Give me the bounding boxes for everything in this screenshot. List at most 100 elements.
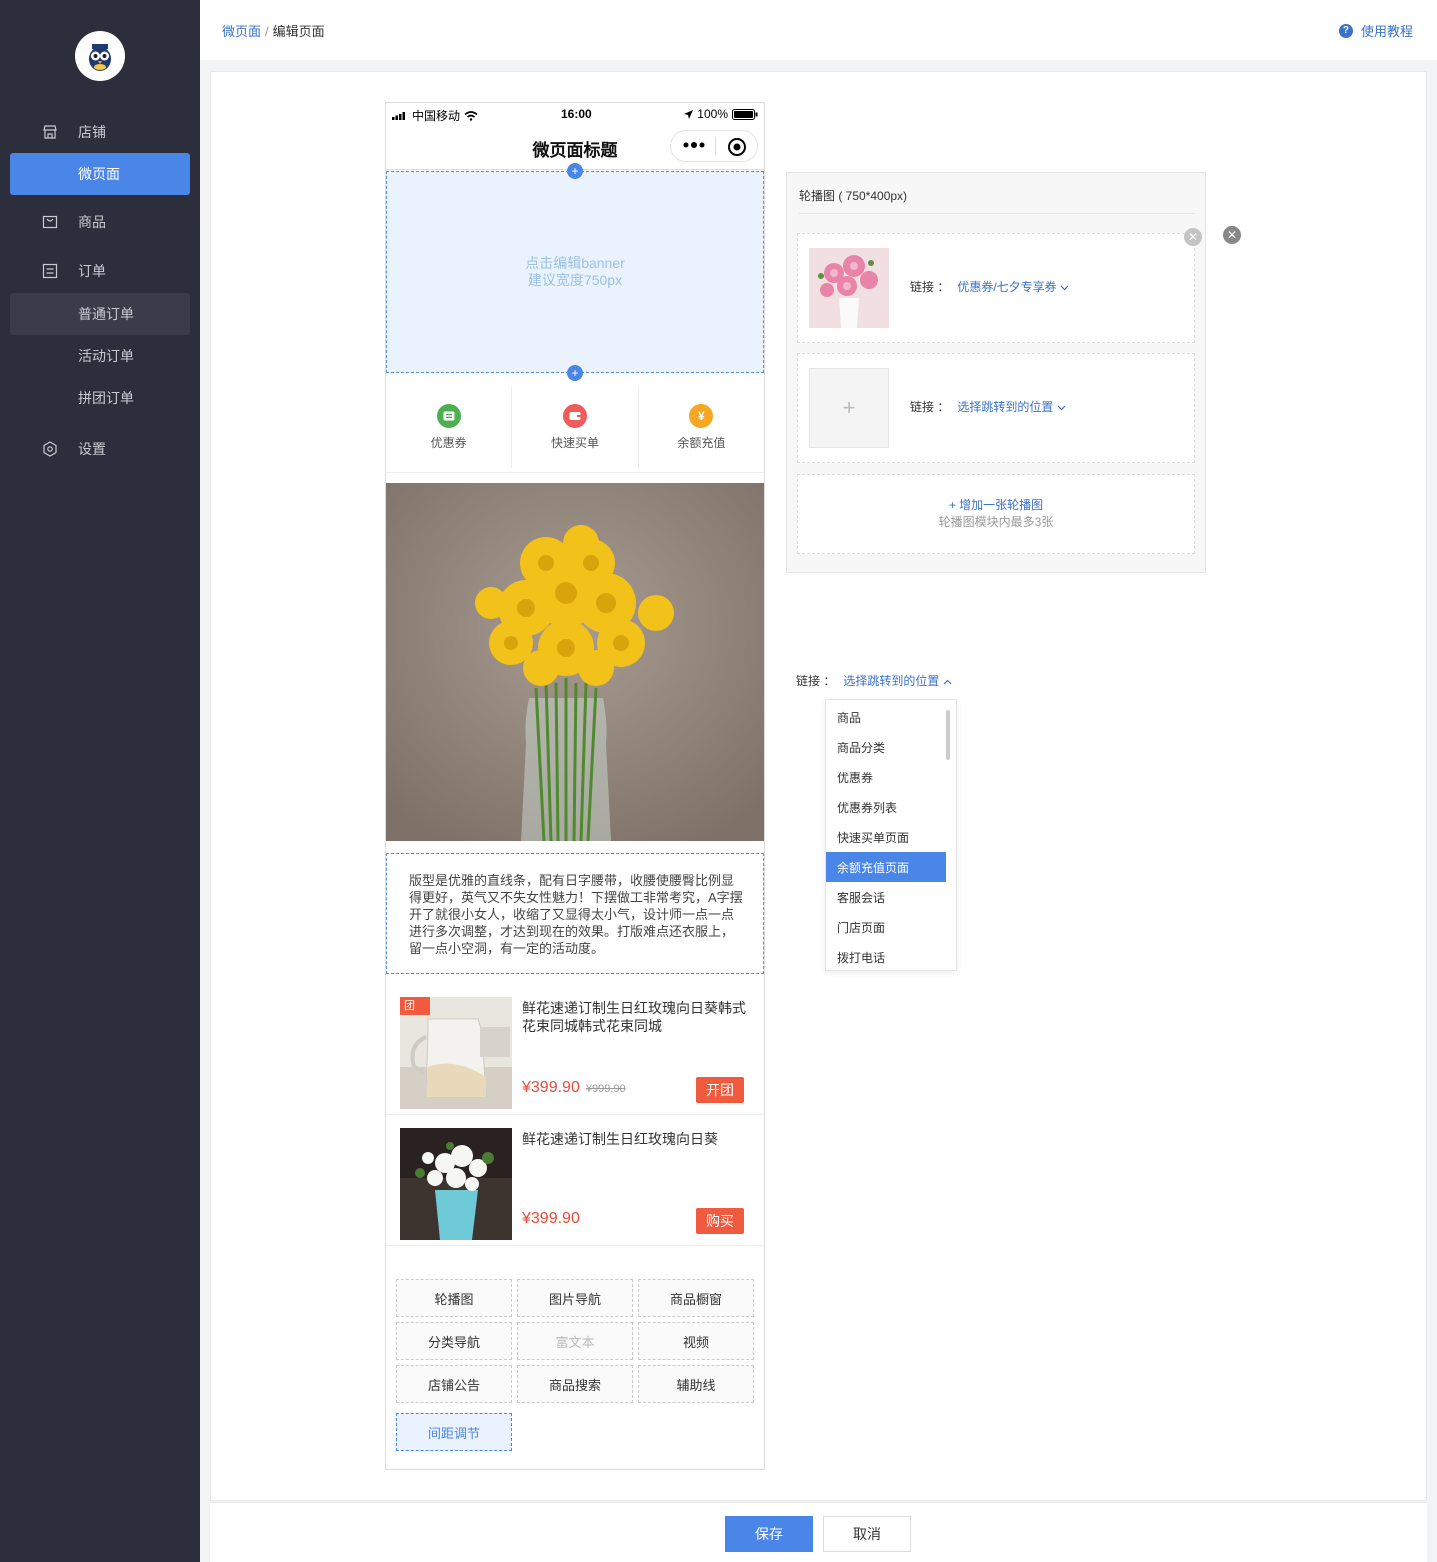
- component-showcase[interactable]: 商品橱窗: [638, 1279, 754, 1317]
- sidebar-item-label: 拼团订单: [78, 390, 134, 406]
- add-carousel-slot[interactable]: + 增加一张轮播图 轮播图模块内最多3张: [797, 474, 1195, 554]
- breadcrumb-separator: /: [265, 24, 269, 39]
- sidebar-item-goods[interactable]: 商品: [10, 201, 190, 243]
- carousel-settings-panel: 轮播图 ( 750*400px) 链接 ： 优惠券/七夕专享券 ✕ + 链接 ： 选…: [786, 172, 1206, 573]
- icon-nav-row: 优惠券 快速买单 ¥ 余额充值: [386, 383, 764, 473]
- owl-logo: [75, 31, 125, 81]
- link-select[interactable]: 优惠券/七夕专享券: [957, 280, 1069, 294]
- product-name: 鲜花速递订制生日红玫瑰向日葵韩式花束同城韩式花束同城: [522, 1000, 746, 1034]
- dropdown-option[interactable]: 快速买单页面: [826, 822, 946, 852]
- component-search[interactable]: 商品搜索: [517, 1365, 633, 1403]
- add-image-icon[interactable]: +: [809, 368, 889, 448]
- dropdown-scrollbar[interactable]: [946, 710, 950, 760]
- footer-actions: 保存 取消: [210, 1502, 1427, 1562]
- gear-icon: [42, 441, 58, 457]
- banner-placeholder[interactable]: 点击编辑banner 建议宽度750px: [386, 171, 764, 373]
- rich-text-block[interactable]: 版型是优雅的直线条，配有日字腰带，收腰使腰臀比例显得更好，英气又不失女性魅力！下…: [386, 853, 764, 974]
- sidebar: 店铺 微页面 商品 订单 普通订单 活动订单 拼团订单 设置: [0, 0, 200, 1562]
- close-panel-icon[interactable]: ✕: [1223, 226, 1241, 244]
- chevron-down-icon: [1057, 405, 1066, 411]
- daffodil-image: [386, 483, 764, 841]
- chevron-down-icon: [1060, 285, 1069, 291]
- link-label: 链接 ：: [796, 674, 836, 688]
- component-image-nav[interactable]: 图片导航: [517, 1279, 633, 1317]
- product-original-price: ¥999.90: [585, 1083, 626, 1095]
- component-category-nav[interactable]: 分类导航: [396, 1322, 512, 1360]
- sidebar-item-label: 订单: [78, 263, 106, 279]
- carousel-slot: + 链接 ： 选择跳转到的位置: [797, 353, 1195, 463]
- yen-icon: ¥: [689, 404, 714, 428]
- dropdown-option[interactable]: 拨打电话: [826, 942, 946, 970]
- dropdown-option[interactable]: 门店页面: [826, 912, 946, 942]
- product-card[interactable]: 团 鲜花速递订制生日红玫瑰向日葵韩式花束同城韩式花束同城 ¥399.90 ¥999…: [386, 985, 764, 1115]
- list-icon: [42, 263, 58, 279]
- product-image: [400, 1128, 512, 1240]
- component-video[interactable]: 视频: [638, 1322, 754, 1360]
- coupon-icon: [436, 404, 461, 428]
- product-price: ¥399.90: [522, 1210, 580, 1227]
- product-name: 鲜花速递订制生日红玫瑰向日葵: [522, 1131, 718, 1147]
- insert-above-plus-icon[interactable]: +: [567, 163, 583, 179]
- component-carousel[interactable]: 轮播图: [396, 1279, 512, 1317]
- signal-icon: [392, 111, 405, 120]
- location-arrow-icon: [684, 109, 694, 119]
- nav-quick-pay[interactable]: 快速买单: [512, 387, 639, 468]
- mini-program-capsule: [670, 130, 758, 162]
- slot-link: 链接 ： 优惠券/七夕专享券: [910, 278, 1069, 295]
- close-circle-icon[interactable]: [727, 137, 747, 157]
- sidebar-item-label: 微页面: [78, 166, 120, 182]
- sidebar-item-activity-orders[interactable]: 活动订单: [10, 335, 190, 377]
- dropdown-option[interactable]: 客服会话: [826, 882, 946, 912]
- sidebar-item-settings[interactable]: 设置: [10, 428, 190, 470]
- cancel-button[interactable]: 取消: [823, 1516, 911, 1552]
- nav-label: 优惠券: [430, 436, 467, 450]
- add-carousel-hint: 轮播图模块内最多3张: [938, 515, 1054, 529]
- nav-label: 余额充值: [677, 436, 726, 450]
- group-buy-tag: 团: [400, 997, 430, 1015]
- sidebar-item-label: 设置: [78, 441, 106, 457]
- buy-button[interactable]: 购买: [696, 1208, 744, 1234]
- nav-coupon[interactable]: 优惠券: [386, 387, 513, 468]
- insert-below-plus-icon[interactable]: +: [567, 365, 583, 381]
- more-icon[interactable]: [683, 141, 705, 149]
- sidebar-item-store[interactable]: 店铺: [10, 111, 190, 153]
- component-divider[interactable]: 辅助线: [638, 1365, 754, 1403]
- sidebar-item-group-orders[interactable]: 拼团订单: [10, 377, 190, 419]
- component-notice[interactable]: 店铺公告: [396, 1365, 512, 1403]
- help-link[interactable]: ? 使用教程: [1338, 21, 1413, 40]
- dropdown-option[interactable]: 优惠券列表: [826, 792, 946, 822]
- dropdown-option[interactable]: 商品分类: [826, 732, 946, 762]
- add-carousel-label: + 增加一张轮播图: [948, 498, 1044, 512]
- clock-label: 16:00: [561, 107, 592, 121]
- remove-slot-icon[interactable]: ✕: [1184, 228, 1202, 246]
- breadcrumb-current: 编辑页面: [272, 24, 325, 39]
- battery-label: 100%: [697, 107, 728, 121]
- banner-hint-line1: 点击编辑banner: [525, 255, 625, 271]
- link-select[interactable]: 选择跳转到的位置: [843, 674, 952, 688]
- sidebar-item-normal-orders[interactable]: 普通订单: [10, 293, 190, 335]
- slot-image[interactable]: [809, 248, 889, 328]
- sidebar-item-label: 商品: [78, 214, 106, 230]
- sidebar-item-label: 普通订单: [78, 306, 134, 322]
- component-spacing[interactable]: 间距调节: [396, 1413, 512, 1451]
- link-dropdown-field: 链接 ： 选择跳转到的位置: [796, 672, 952, 689]
- link-select[interactable]: 选择跳转到的位置: [957, 400, 1066, 414]
- sidebar-item-micropage[interactable]: 微页面: [10, 153, 190, 195]
- phone-preview: 中国移动 16:00 100% 微页面标题 点击编辑banner 建议宽度750…: [385, 102, 765, 1470]
- save-button[interactable]: 保存: [725, 1516, 813, 1552]
- dropdown-option-selected[interactable]: 余额充值页面: [826, 852, 946, 882]
- product-card[interactable]: 鲜花速递订制生日红玫瑰向日葵 ¥399.90 购买: [386, 1116, 764, 1246]
- battery-icon: [732, 108, 758, 120]
- nav-recharge[interactable]: ¥ 余额充值: [639, 387, 764, 468]
- sidebar-item-orders[interactable]: 订单: [10, 250, 190, 292]
- start-group-button[interactable]: 开团: [696, 1077, 744, 1103]
- dropdown-option[interactable]: 商品: [826, 702, 946, 732]
- banner-hint-line2: 建议宽度750px: [527, 272, 623, 288]
- breadcrumb-parent-link[interactable]: 微页面: [222, 24, 261, 39]
- help-label: 使用教程: [1360, 24, 1413, 39]
- dropdown-option[interactable]: 优惠券: [826, 762, 946, 792]
- rich-text-content: 版型是优雅的直线条，配有日字腰带，收腰使腰臀比例显得更好，英气又不失女性魅力！下…: [409, 873, 743, 956]
- carousel-slot: 链接 ： 优惠券/七夕专享券 ✕: [797, 228, 1202, 343]
- component-rich-text[interactable]: 富文本: [517, 1322, 633, 1360]
- store-icon: [42, 124, 58, 140]
